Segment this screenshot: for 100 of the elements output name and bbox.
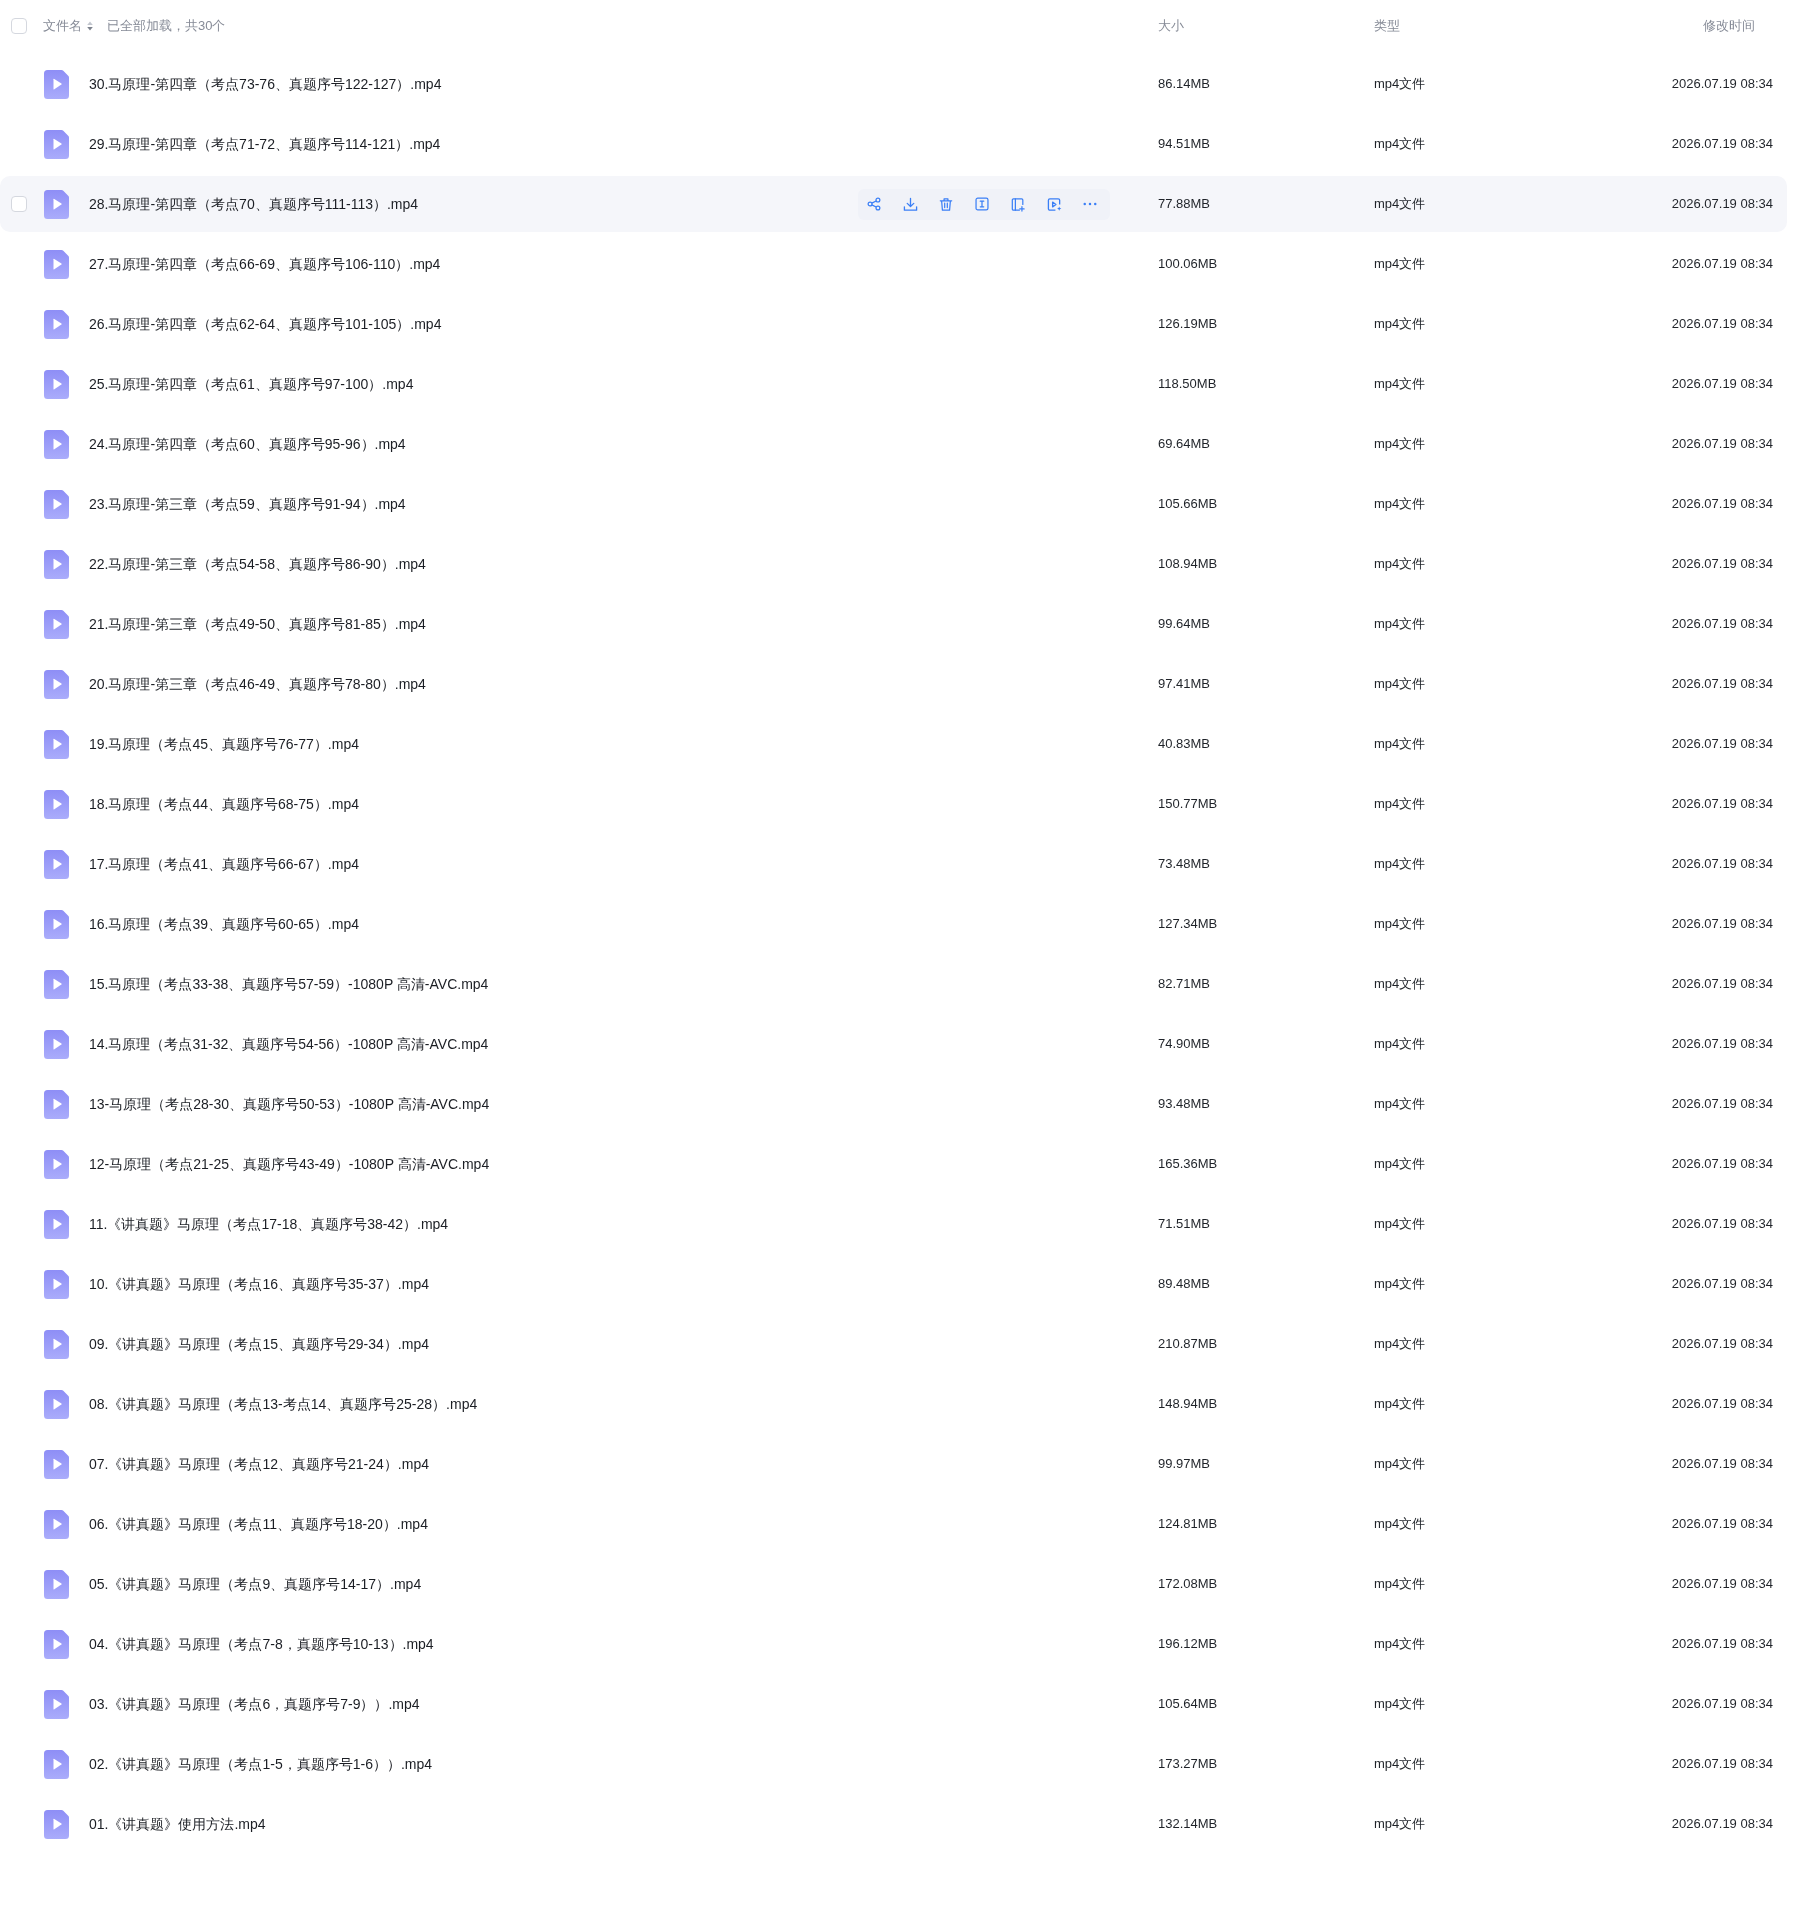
- file-type: mp4文件: [1374, 1755, 1426, 1774]
- sort-icon[interactable]: [87, 21, 93, 31]
- video-file-icon: [44, 69, 69, 99]
- modified-time: 2026.07.19 08:34: [1671, 195, 1773, 214]
- modified-time: 2026.07.19 08:34: [1671, 495, 1773, 514]
- file-name[interactable]: 04.《讲真题》马原理（考点7-8，真题序号10-13）.mp4: [89, 1633, 434, 1655]
- file-name[interactable]: 07.《讲真题》马原理（考点12、真题序号21-24）.mp4: [89, 1453, 429, 1475]
- modified-time: 2026.07.19 08:34: [1671, 1095, 1773, 1114]
- modified-time: 2026.07.19 08:34: [1671, 855, 1773, 874]
- file-row[interactable]: 28.马原理-第四章（考点70、真题序号111-113）.mp4 77.88MB mp4文件 2026.07.19 08:34: [0, 176, 1787, 232]
- video-file-icon: [44, 1749, 69, 1779]
- file-name[interactable]: 28.马原理-第四章（考点70、真题序号111-113）.mp4: [89, 193, 419, 215]
- share-icon[interactable]: [867, 197, 881, 211]
- modified-time: 2026.07.19 08:34: [1671, 1515, 1773, 1534]
- size-column-header[interactable]: 大小: [1158, 16, 1184, 36]
- file-size: 82.71MB: [1158, 975, 1211, 994]
- load-summary: 已全部加载，共30个: [107, 17, 226, 36]
- file-type: mp4文件: [1374, 1455, 1426, 1474]
- modified-time: 2026.07.19 08:34: [1671, 1215, 1773, 1234]
- file-size: 97.41MB: [1158, 675, 1211, 694]
- modified-time: 2026.07.19 08:34: [1671, 435, 1773, 454]
- file-name[interactable]: 17.马原理（考点41、真题序号66-67）.mp4: [89, 853, 359, 875]
- file-type: mp4文件: [1374, 735, 1426, 754]
- modified-time: 2026.07.19 08:34: [1671, 1575, 1773, 1594]
- file-size: 40.83MB: [1158, 735, 1211, 754]
- file-name[interactable]: 02.《讲真题》马原理（考点1-5，真题序号1-6））.mp4: [89, 1753, 433, 1775]
- file-type: mp4文件: [1374, 1155, 1426, 1174]
- video-file-icon: [44, 129, 69, 159]
- file-name[interactable]: 26.马原理-第四章（考点62-64、真题序号101-105）.mp4: [89, 313, 442, 335]
- file-name[interactable]: 16.马原理（考点39、真题序号60-65）.mp4: [89, 913, 359, 935]
- file-size: 105.66MB: [1158, 495, 1218, 514]
- document-plus-icon[interactable]: [1011, 196, 1025, 212]
- video-file-icon: [44, 609, 69, 639]
- file-type: mp4文件: [1374, 75, 1426, 94]
- file-type: mp4文件: [1374, 1575, 1426, 1594]
- file-name[interactable]: 05.《讲真题》马原理（考点9、真题序号14-17）.mp4: [89, 1573, 422, 1595]
- file-size: 77.88MB: [1158, 195, 1211, 214]
- modified-time: 2026.07.19 08:34: [1671, 975, 1773, 994]
- modified-time: 2026.07.19 08:34: [1671, 1335, 1773, 1354]
- file-type: mp4文件: [1374, 1815, 1426, 1834]
- file-name[interactable]: 21.马原理-第三章（考点49-50、真题序号81-85）.mp4: [89, 613, 426, 635]
- file-name[interactable]: 23.马原理-第三章（考点59、真题序号91-94）.mp4: [89, 493, 406, 515]
- type-column-header[interactable]: 类型: [1374, 16, 1400, 36]
- file-name[interactable]: 09.《讲真题》马原理（考点15、真题序号29-34）.mp4: [89, 1333, 429, 1355]
- video-file-icon: [44, 909, 69, 939]
- trash-icon[interactable]: [939, 196, 953, 212]
- file-name[interactable]: 14.马原理（考点31-32、真题序号54-56）-1080P 高清-AVC.mp4: [89, 1033, 489, 1055]
- file-name[interactable]: 06.《讲真题》马原理（考点11、真题序号18-20）.mp4: [89, 1513, 428, 1535]
- file-size: 94.51MB: [1158, 135, 1211, 154]
- file-name[interactable]: 18.马原理（考点44、真题序号68-75）.mp4: [89, 793, 359, 815]
- file-type: mp4文件: [1374, 795, 1426, 814]
- video-file-icon: [44, 189, 69, 219]
- file-size: 74.90MB: [1158, 1035, 1211, 1054]
- file-name[interactable]: 01.《讲真题》使用方法.mp4: [89, 1813, 266, 1835]
- video-file-icon: [44, 369, 69, 399]
- file-name[interactable]: 20.马原理-第三章（考点46-49、真题序号78-80）.mp4: [89, 673, 426, 695]
- video-file-icon: [44, 1629, 69, 1659]
- modified-time: 2026.07.19 08:34: [1671, 1455, 1773, 1474]
- file-name[interactable]: 11.《讲真题》马原理（考点17-18、真题序号38-42）.mp4: [89, 1213, 449, 1235]
- video-sparkle-icon[interactable]: [1046, 196, 1062, 212]
- file-name[interactable]: 12-马原理（考点21-25、真题序号43-49）-1080P 高清-AVC.mp4: [89, 1153, 490, 1175]
- file-name[interactable]: 24.马原理-第四章（考点60、真题序号95-96）.mp4: [89, 433, 406, 455]
- modified-time: 2026.07.19 08:34: [1671, 795, 1773, 814]
- file-name[interactable]: 15.马原理（考点33-38、真题序号57-59）-1080P 高清-AVC.mp4: [89, 973, 489, 995]
- file-size: 132.14MB: [1158, 1815, 1218, 1834]
- text-cursor-icon[interactable]: [975, 197, 989, 211]
- file-type: mp4文件: [1374, 1695, 1426, 1714]
- file-name[interactable]: 30.马原理-第四章（考点73-76、真题序号122-127）.mp4: [89, 73, 442, 95]
- file-size: 210.87MB: [1158, 1335, 1218, 1354]
- file-type: mp4文件: [1374, 555, 1426, 574]
- file-type: mp4文件: [1374, 1035, 1426, 1054]
- file-type: mp4文件: [1374, 975, 1426, 994]
- file-name[interactable]: 03.《讲真题》马原理（考点6，真题序号7-9））.mp4: [89, 1693, 420, 1715]
- file-size: 173.27MB: [1158, 1755, 1218, 1774]
- file-name[interactable]: 10.《讲真题》马原理（考点16、真题序号35-37）.mp4: [89, 1273, 429, 1295]
- file-name[interactable]: 27.马原理-第四章（考点66-69、真题序号106-110）.mp4: [89, 253, 441, 275]
- modified-time: 2026.07.19 08:34: [1671, 375, 1773, 394]
- select-all-checkbox[interactable]: [11, 18, 27, 34]
- file-type: mp4文件: [1374, 915, 1426, 934]
- name-column-header[interactable]: 文件名: [43, 16, 82, 36]
- file-size: 69.64MB: [1158, 435, 1211, 454]
- modified-time: 2026.07.19 08:34: [1671, 255, 1773, 274]
- modified-time: 2026.07.19 08:34: [1671, 675, 1773, 694]
- file-name[interactable]: 19.马原理（考点45、真题序号76-77）.mp4: [89, 733, 359, 755]
- file-name[interactable]: 25.马原理-第四章（考点61、真题序号97-100）.mp4: [89, 373, 414, 395]
- modified-column-header[interactable]: 修改时间: [1703, 16, 1755, 36]
- more-icon[interactable]: [1083, 202, 1097, 206]
- file-type: mp4文件: [1374, 495, 1426, 514]
- video-file-icon: [44, 1329, 69, 1359]
- row-checkbox[interactable]: [11, 196, 27, 212]
- file-type: mp4文件: [1374, 195, 1426, 214]
- file-name[interactable]: 29.马原理-第四章（考点71-72、真题序号114-121）.mp4: [89, 133, 441, 155]
- video-file-icon: [44, 1149, 69, 1179]
- video-file-icon: [44, 309, 69, 339]
- file-name[interactable]: 08.《讲真题》马原理（考点13-考点14、真题序号25-28）.mp4: [89, 1393, 478, 1415]
- file-name[interactable]: 13-马原理（考点28-30、真题序号50-53）-1080P 高清-AVC.mp4: [89, 1093, 490, 1115]
- file-size: 118.50MB: [1158, 375, 1217, 394]
- download-icon[interactable]: [902, 196, 918, 212]
- file-name[interactable]: 22.马原理-第三章（考点54-58、真题序号86-90）.mp4: [89, 553, 426, 575]
- modified-time: 2026.07.19 08:34: [1671, 1035, 1773, 1054]
